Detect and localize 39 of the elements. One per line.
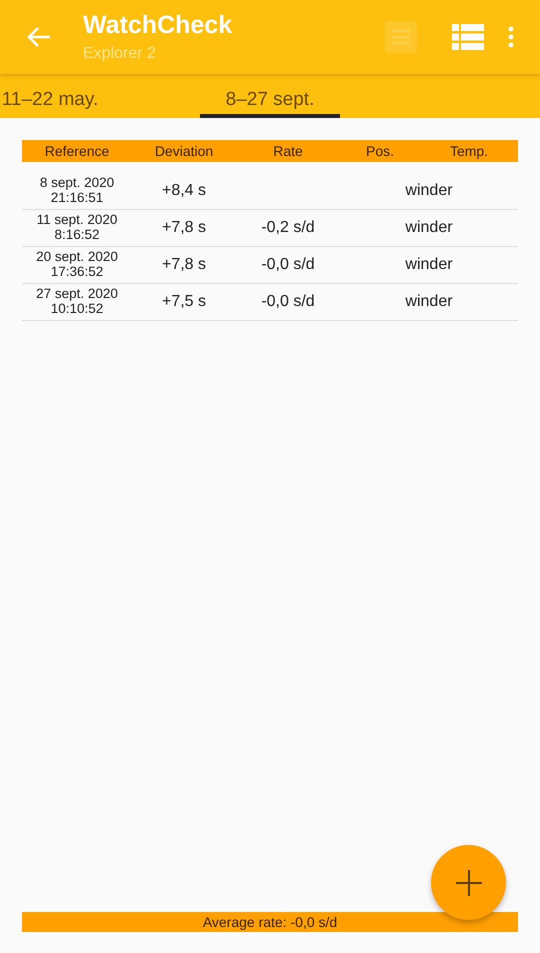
- position-cell-text: winder: [404, 255, 454, 275]
- add-button[interactable]: [431, 845, 506, 920]
- rate-cell-text: -0,0 s/d: [260, 292, 316, 312]
- column-header: Pos.: [364, 142, 395, 160]
- list-view-button[interactable]: [452, 24, 484, 50]
- date-range-tab[interactable]: 8–27 sept.: [200, 74, 340, 118]
- rate-cell-text: -0,2 s/d: [260, 218, 316, 238]
- date-cell-text: 20 sept. 2020: [35, 250, 119, 265]
- back-button[interactable]: [26, 26, 52, 48]
- column-header: Rate: [272, 142, 304, 160]
- app-subtitle: Explorer 2: [83, 46, 157, 62]
- list-icon: [384, 20, 418, 54]
- time-cell-text: 17:36:52: [50, 265, 104, 280]
- date-cell-text: 8 sept. 2020: [38, 176, 116, 191]
- position-cell-text: winder: [404, 181, 454, 201]
- date-range-tab[interactable]: 11–22 may.: [0, 74, 120, 118]
- more-icon: [508, 26, 514, 48]
- deviation-cell-text: +7,8 s: [160, 218, 208, 238]
- time-cell-text: 10:10:52: [50, 302, 104, 317]
- position-cell-text: winder: [404, 218, 454, 238]
- column-header: Deviation: [154, 142, 214, 160]
- date-cell-text: 27 sept. 2020: [35, 287, 119, 302]
- deviation-cell-text: +7,8 s: [160, 255, 208, 275]
- plus-icon: [456, 870, 482, 896]
- deviation-cell-text: +7,5 s: [160, 292, 208, 312]
- average-rate-bar: Average rate: -0,0 s/d: [22, 912, 518, 932]
- column-header: Reference: [44, 142, 110, 160]
- time-cell-text: 21:16:51: [50, 191, 104, 206]
- date-cell-text: 11 sept. 2020: [36, 213, 118, 228]
- time-cell-text: 8:16:52: [53, 228, 101, 243]
- deviation-cell-text: +8,4 s: [160, 181, 208, 201]
- list-icon: [452, 24, 484, 50]
- back-arrow-icon: [26, 26, 52, 48]
- position-cell-text: winder: [404, 292, 454, 312]
- list-view-button[interactable]: [384, 20, 418, 54]
- app-title: WatchCheck: [83, 12, 232, 38]
- rate-cell-text: -0,0 s/d: [260, 255, 316, 275]
- column-header: Temp.: [448, 142, 490, 161]
- more-menu-button[interactable]: [508, 26, 514, 48]
